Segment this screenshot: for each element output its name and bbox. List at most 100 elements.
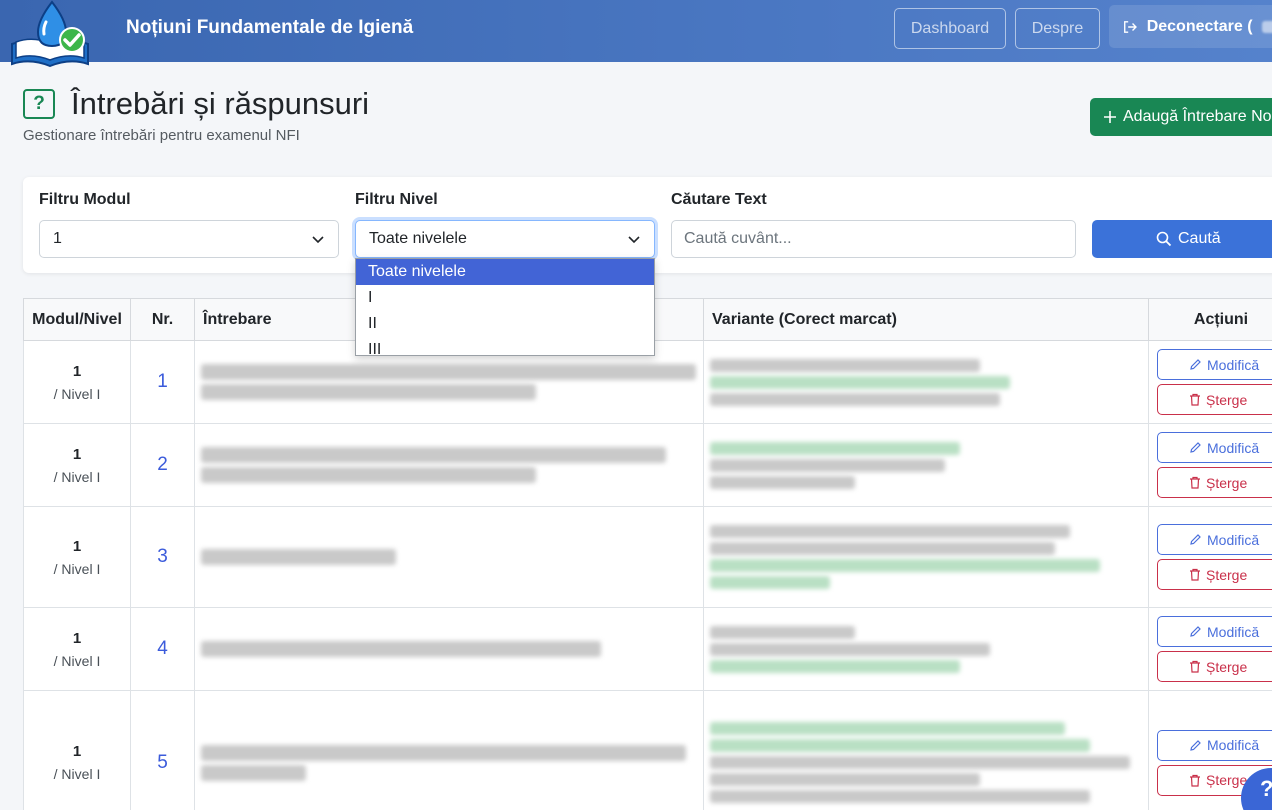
table-row: 1 / Nivel I 3 Modifică Șterge xyxy=(23,506,1272,608)
top-navbar: Noțiuni Fundamentale de Igienă Dashboard… xyxy=(0,0,1272,68)
table-row: 1 / Nivel I 4 Modifică Șterge xyxy=(23,607,1272,691)
module-level-cell: 1 / Nivel I xyxy=(23,423,131,507)
module-filter-select[interactable]: 1 xyxy=(39,220,339,258)
edit-label: Modifică xyxy=(1207,439,1260,456)
module-number: 1 xyxy=(72,445,82,463)
module-number: 1 xyxy=(72,743,82,760)
search-input[interactable] xyxy=(671,220,1076,258)
module-filter-value: 1 xyxy=(53,230,62,247)
level-dropdown-list: Toate nivelele I II III xyxy=(355,258,655,356)
col-nr[interactable]: Nr. xyxy=(130,298,195,341)
book-water-drop-icon xyxy=(11,0,89,68)
plus-icon xyxy=(1104,111,1116,123)
variants-redacted xyxy=(703,506,1149,608)
question-text-redacted xyxy=(194,506,704,608)
variants-redacted xyxy=(703,423,1149,507)
pencil-icon xyxy=(1190,442,1201,453)
edit-label: Modifică xyxy=(1207,531,1260,548)
question-number[interactable]: 2 xyxy=(130,423,195,507)
add-question-button[interactable]: Adaugă Întrebare No xyxy=(1090,98,1272,136)
edit-button[interactable]: Modifică xyxy=(1157,729,1272,761)
variants-redacted xyxy=(703,690,1149,810)
delete-label: Șterge xyxy=(1206,658,1248,675)
edit-button[interactable]: Modifică xyxy=(1157,616,1272,647)
delete-label: Șterge xyxy=(1206,772,1248,788)
delete-button[interactable]: Șterge xyxy=(1157,559,1272,590)
app-logo[interactable] xyxy=(8,0,92,70)
about-button[interactable]: Despre xyxy=(1015,8,1100,49)
table-row: 1 / Nivel I 5 Modifică Șterge xyxy=(23,690,1272,810)
edit-label: Modifică xyxy=(1207,623,1260,640)
question-number[interactable]: 1 xyxy=(130,340,195,424)
chevron-down-icon xyxy=(312,236,324,244)
delete-button[interactable]: Șterge xyxy=(1157,651,1272,682)
delete-button[interactable]: Șterge xyxy=(1157,384,1272,415)
chevron-down-icon xyxy=(628,236,640,244)
level-filter-select[interactable]: Toate nivelele xyxy=(355,220,655,258)
trash-icon xyxy=(1190,568,1200,581)
delete-label: Șterge xyxy=(1206,391,1248,408)
module-level-cell: 1 / Nivel I xyxy=(23,506,131,608)
level-filter-label: Filtru Nivel xyxy=(355,191,438,208)
edit-button[interactable]: Modifică xyxy=(1157,524,1272,555)
pencil-icon xyxy=(1190,626,1201,637)
col-actions: Acțiuni xyxy=(1148,298,1272,341)
module-number: 1 xyxy=(72,537,82,555)
level-option-all[interactable]: Toate nivelele xyxy=(356,259,654,285)
search-button[interactable]: Caută xyxy=(1092,220,1272,258)
edit-label: Modifică xyxy=(1207,737,1260,753)
edit-button[interactable]: Modifică xyxy=(1157,432,1272,463)
level-option-i[interactable]: I xyxy=(356,285,654,311)
delete-label: Șterge xyxy=(1206,474,1248,491)
delete-button[interactable]: Șterge xyxy=(1157,467,1272,498)
question-text-redacted xyxy=(194,690,704,810)
actions-cell: Modifică Șterge xyxy=(1148,340,1272,424)
level-text: / Nivel I xyxy=(53,766,101,782)
question-number[interactable]: 5 xyxy=(130,690,195,810)
trash-icon xyxy=(1190,393,1200,406)
module-level-cell: 1 / Nivel I xyxy=(23,607,131,691)
module-number: 1 xyxy=(72,362,82,380)
search-label: Căutare Text xyxy=(671,191,767,208)
search-button-label: Caută xyxy=(1178,230,1221,247)
questions-table: Modul/Nivel Nr. Întrebare Variante (Core… xyxy=(23,298,1272,810)
search-icon xyxy=(1156,231,1172,247)
level-option-iii[interactable]: III xyxy=(356,337,654,355)
level-text: / Nivel I xyxy=(53,468,101,485)
trash-icon xyxy=(1190,476,1200,489)
module-number: 1 xyxy=(72,629,82,647)
dashboard-button[interactable]: Dashboard xyxy=(894,8,1006,49)
variants-redacted xyxy=(703,340,1149,424)
question-text-redacted xyxy=(194,607,704,691)
add-question-label: Adaugă Întrebare No xyxy=(1123,108,1272,125)
question-number[interactable]: 3 xyxy=(130,506,195,608)
delete-label: Șterge xyxy=(1206,566,1248,583)
level-text: / Nivel I xyxy=(53,385,101,402)
module-level-cell: 1 / Nivel I xyxy=(23,690,131,810)
user-name-redacted xyxy=(1261,20,1272,33)
pencil-icon xyxy=(1190,359,1201,370)
module-filter-label: Filtru Modul xyxy=(39,191,131,208)
level-option-ii[interactable]: II xyxy=(356,311,654,337)
level-text: / Nivel I xyxy=(53,560,101,577)
app-title[interactable]: Noțiuni Fundamentale de Igienă xyxy=(126,17,413,39)
level-filter-value: Toate nivelele xyxy=(369,230,467,247)
table-row: 1 / Nivel I 2 Modifică Șterge xyxy=(23,423,1272,507)
pencil-icon xyxy=(1190,739,1201,751)
module-level-cell: 1 / Nivel I xyxy=(23,340,131,424)
question-number[interactable]: 4 xyxy=(130,607,195,691)
logout-button[interactable]: Deconectare ( xyxy=(1109,5,1272,48)
question-text-redacted xyxy=(194,423,704,507)
page-subtitle: Gestionare întrebări pentru examenul NFI xyxy=(23,127,300,144)
actions-cell: Modifică Șterge xyxy=(1148,506,1272,608)
edit-button[interactable]: Modifică xyxy=(1157,349,1272,380)
col-module-level[interactable]: Modul/Nivel xyxy=(23,298,131,341)
logout-label: Deconectare ( xyxy=(1146,17,1253,35)
level-text: / Nivel I xyxy=(53,652,101,669)
page-title: Întrebări și răspunsuri xyxy=(71,86,370,121)
col-variants[interactable]: Variante (Corect marcat) xyxy=(703,298,1149,341)
pencil-icon xyxy=(1190,534,1201,545)
actions-cell: Modifică Șterge xyxy=(1148,423,1272,507)
trash-icon xyxy=(1190,660,1200,673)
actions-cell: Modifică Șterge xyxy=(1148,607,1272,691)
